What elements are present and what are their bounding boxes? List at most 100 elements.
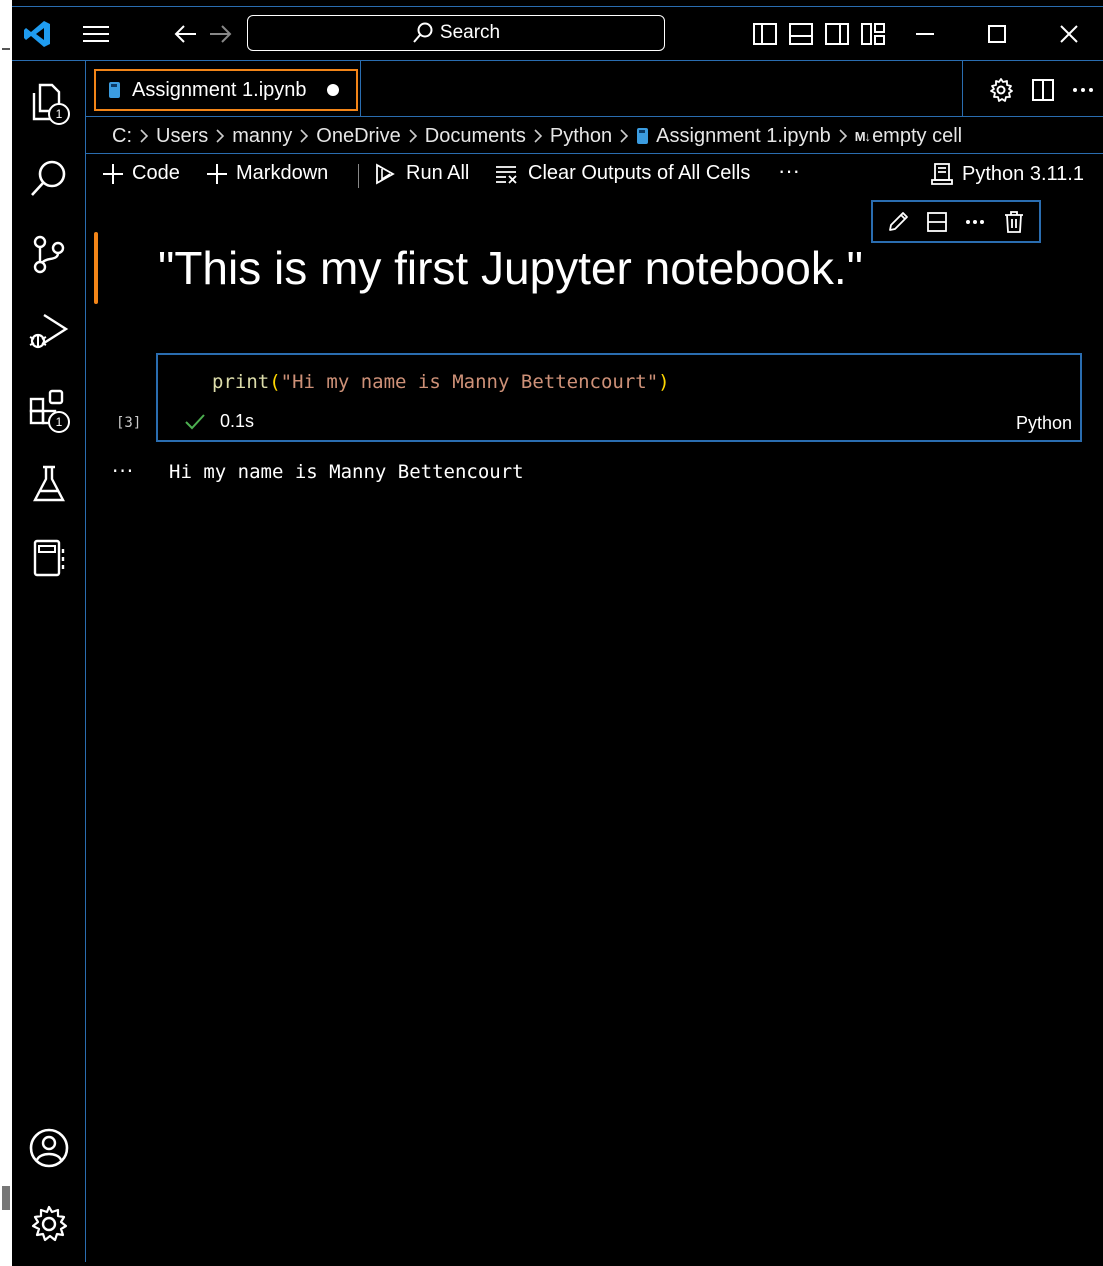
add-code-cell-button[interactable]: Code — [102, 162, 180, 185]
markdown-cell-heading[interactable]: "This is my first Jupyter notebook." — [158, 241, 863, 295]
cell-language-picker[interactable]: Python — [1016, 413, 1072, 434]
arrow-left-icon[interactable] — [174, 23, 198, 45]
code-token-paren-close: ) — [658, 371, 670, 393]
breadcrumb-cell[interactable]: M↓ empty cell — [855, 125, 962, 148]
account-icon — [29, 1128, 69, 1168]
run-all-button[interactable]: Run All — [374, 162, 469, 185]
selected-cell-indicator — [94, 232, 98, 304]
explorer-button[interactable]: 1 — [28, 81, 70, 125]
breadcrumb-documents[interactable]: Documents — [425, 125, 526, 148]
breadcrumb-users[interactable]: Users — [156, 125, 208, 148]
trash-delete-icon[interactable] — [1002, 210, 1026, 234]
editor-tabs: Assignment 1.ipynb — [86, 61, 1103, 117]
unsaved-dot-icon[interactable] — [326, 84, 339, 96]
chevron-right-icon — [620, 129, 629, 143]
tab-assignment-notebook[interactable]: Assignment 1.ipynb — [94, 69, 358, 111]
activity-bar: 1 1 — [12, 61, 86, 1262]
source-control-icon — [33, 235, 65, 274]
clear-outputs-label: Clear Outputs of All Cells — [528, 162, 751, 184]
breadcrumb: C: Users manny OneDrive Documents Python… — [112, 121, 962, 151]
run-debug-button[interactable] — [28, 309, 70, 351]
arrow-right-icon[interactable] — [208, 23, 232, 45]
pencil-edit-icon[interactable] — [886, 210, 910, 234]
close-icon[interactable] — [1056, 21, 1082, 47]
notebook-toolbar: Code Markdown Run All Clear Outputs of A… — [86, 153, 1103, 193]
command-center-search[interactable]: Search — [247, 15, 665, 51]
code-editor-line[interactable]: print("Hi my name is Manny Bettencourt") — [212, 371, 670, 393]
search-label: Search — [439, 22, 501, 43]
breadcrumb-python[interactable]: Python — [550, 125, 612, 148]
chevron-right-icon — [409, 129, 417, 143]
toolbar-more-label: ··· — [778, 158, 800, 183]
testing-button[interactable] — [28, 463, 70, 505]
code-cell[interactable]: print("Hi my name is Manny Bettencourt")… — [156, 353, 1082, 442]
code-token-string: "Hi my name is Manny Bettencourt" — [280, 371, 659, 393]
edge-scrollbar — [2, 1186, 10, 1210]
execution-duration: 0.1s — [220, 411, 255, 431]
customize-layout-icon[interactable] — [860, 21, 886, 47]
code-token-paren-open: ( — [269, 371, 281, 393]
edge-mark — [2, 48, 10, 50]
add-code-label: Code — [132, 162, 180, 184]
explorer-badge: 1 — [48, 103, 70, 125]
kernel-server-icon — [931, 163, 953, 185]
maximize-icon[interactable] — [984, 21, 1010, 47]
vscode-logo-icon[interactable] — [22, 19, 52, 49]
background-window-edge — [0, 0, 12, 1266]
split-editor-icon[interactable] — [1030, 77, 1056, 103]
toggle-panel-icon[interactable] — [788, 21, 814, 47]
execution-status: 0.1s — [184, 411, 254, 432]
breadcrumb-cell-label: empty cell — [872, 124, 963, 147]
hamburger-menu-icon[interactable] — [82, 23, 110, 45]
add-markdown-cell-button[interactable]: Markdown — [206, 162, 328, 185]
toolbar-divider — [358, 164, 359, 188]
notebook-file-icon — [109, 82, 120, 98]
settings-gear-icon[interactable] — [988, 77, 1014, 103]
cell-toolbar — [871, 200, 1041, 243]
source-control-button[interactable] — [28, 233, 70, 275]
chevron-right-icon — [534, 129, 543, 143]
chevron-right-icon — [839, 129, 847, 143]
output-more-button[interactable]: ··· — [112, 459, 134, 483]
run-debug-icon — [29, 313, 69, 349]
jupyter-button[interactable] — [28, 537, 70, 579]
plus-icon — [207, 163, 227, 184]
toolbar-more-button[interactable]: ··· — [778, 158, 800, 184]
toggle-secondary-sidebar-icon[interactable] — [824, 21, 850, 47]
run-all-icon — [376, 162, 395, 185]
flask-icon — [33, 465, 65, 502]
search-view-button[interactable] — [28, 157, 70, 199]
breadcrumb-manny[interactable]: manny — [232, 125, 292, 148]
extensions-badge: 1 — [48, 411, 70, 433]
extensions-button[interactable]: 1 — [28, 387, 70, 433]
markdown-icon: M↓ — [854, 128, 871, 144]
chevron-right-icon — [300, 129, 309, 143]
notebook-icon — [33, 539, 65, 577]
cell-output: Hi my name is Manny Bettencourt — [169, 461, 524, 483]
layout-controls — [752, 21, 886, 47]
kernel-picker[interactable]: Python 3.11.1 — [930, 162, 1084, 186]
add-markdown-label: Markdown — [236, 162, 329, 184]
toggle-primary-sidebar-icon[interactable] — [752, 21, 778, 47]
accounts-button[interactable] — [28, 1127, 70, 1169]
tab-actions-divider — [962, 61, 963, 117]
chevron-right-icon — [140, 129, 149, 143]
more-actions-icon[interactable] — [1070, 77, 1096, 103]
split-cell-icon[interactable] — [925, 210, 949, 234]
clear-all-icon — [496, 165, 517, 184]
minimize-icon[interactable] — [912, 21, 938, 47]
tab-label: Assignment 1.ipynb — [132, 78, 307, 101]
run-all-label: Run All — [406, 162, 470, 184]
breadcrumb-file[interactable]: Assignment 1.ipynb — [656, 125, 831, 148]
manage-button[interactable] — [28, 1203, 70, 1245]
clear-outputs-button[interactable]: Clear Outputs of All Cells — [494, 162, 750, 185]
search-icon — [413, 22, 433, 43]
cell-more-icon[interactable] — [963, 210, 987, 234]
check-icon — [185, 413, 205, 429]
breadcrumb-drive[interactable]: C: — [112, 125, 132, 148]
execution-count: [3] — [116, 415, 142, 431]
breadcrumb-onedrive[interactable]: OneDrive — [316, 125, 400, 148]
gear-icon — [31, 1205, 68, 1242]
search-icon — [31, 160, 66, 196]
tab-divider — [360, 61, 361, 117]
